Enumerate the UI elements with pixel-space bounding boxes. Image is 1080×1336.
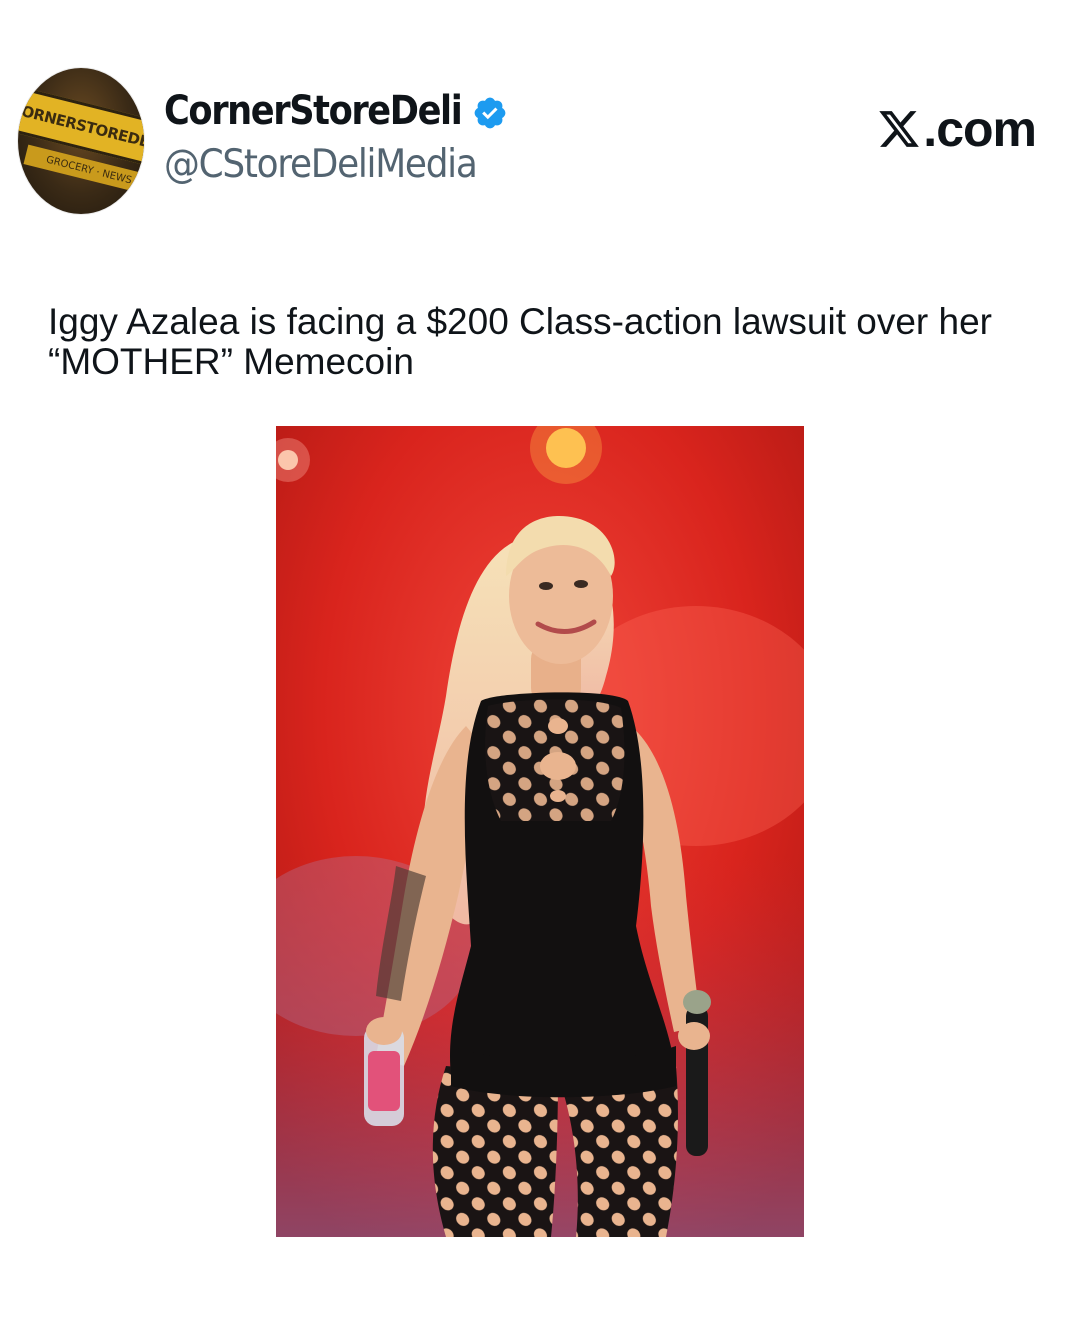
- tweet-text: Iggy Azalea is facing a $200 Class-actio…: [48, 301, 993, 382]
- x-com-brand: .com: [877, 100, 1037, 158]
- account-handle[interactable]: @CStoreDeliMedia: [164, 142, 478, 187]
- display-name[interactable]: CornerStoreDeli: [164, 88, 463, 134]
- performer-photo-illustration: [276, 426, 804, 1237]
- display-name-row[interactable]: CornerStoreDeli: [164, 84, 508, 138]
- brand-label: .com: [923, 101, 1037, 157]
- verified-badge-icon: [474, 97, 506, 129]
- x-logo-icon: [879, 111, 920, 147]
- profile-avatar[interactable]: CORNERSTOREDELI GROCERY · NEWS: [18, 68, 144, 214]
- tweet-photo[interactable]: [276, 426, 804, 1237]
